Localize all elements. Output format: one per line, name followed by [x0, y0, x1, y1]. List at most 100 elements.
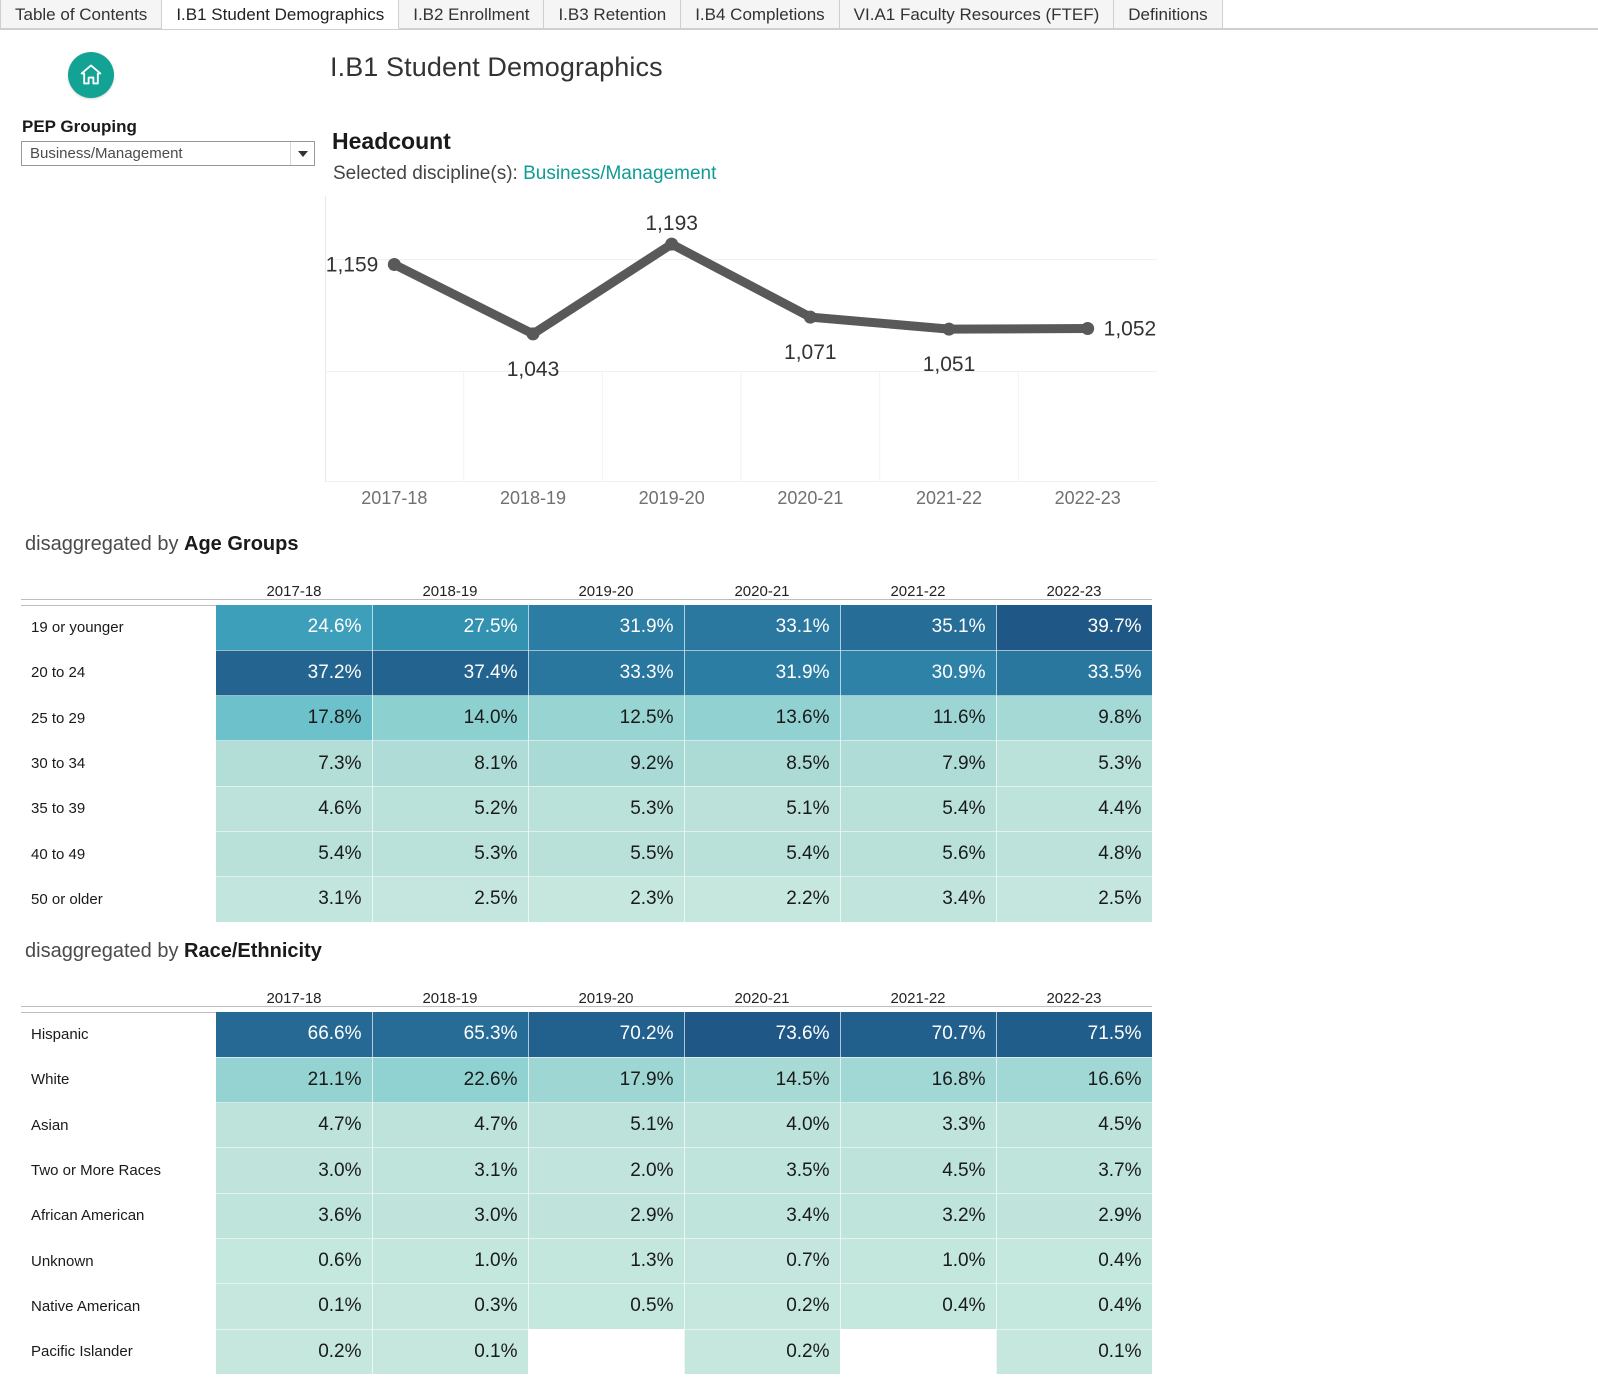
- row-label-hispanic[interactable]: Hispanic: [21, 1012, 216, 1058]
- row-label-two-or-more-races[interactable]: Two or More Races: [21, 1147, 216, 1194]
- heatmap-cell[interactable]: 2.2%: [684, 876, 841, 923]
- heatmap-cell[interactable]: 3.7%: [996, 1147, 1153, 1194]
- row-label-25-to-29[interactable]: 25 to 29: [21, 695, 216, 741]
- row-label-asian[interactable]: Asian: [21, 1102, 216, 1148]
- row-label-african-american[interactable]: African American: [21, 1193, 216, 1239]
- heatmap-cell[interactable]: 7.3%: [216, 740, 373, 787]
- heatmap-cell[interactable]: 4.5%: [996, 1102, 1153, 1149]
- tab-ib3-retention[interactable]: I.B3 Retention: [544, 0, 682, 29]
- heatmap-cell[interactable]: [840, 1329, 997, 1375]
- heatmap-cell[interactable]: 0.1%: [216, 1283, 373, 1330]
- heatmap-cell[interactable]: 21.1%: [216, 1057, 373, 1104]
- heatmap-cell[interactable]: 16.8%: [840, 1057, 997, 1104]
- heatmap-cell[interactable]: 70.7%: [840, 1012, 997, 1058]
- heatmap-cell[interactable]: 2.3%: [528, 876, 685, 923]
- heatmap-cell[interactable]: 66.6%: [216, 1012, 373, 1058]
- heatmap-cell[interactable]: 5.2%: [372, 786, 529, 832]
- heatmap-cell[interactable]: 12.5%: [528, 695, 685, 742]
- heatmap-cell[interactable]: 3.5%: [684, 1147, 841, 1194]
- row-label-35-to-39[interactable]: 35 to 39: [21, 786, 216, 832]
- heatmap-cell[interactable]: 30.9%: [840, 650, 997, 697]
- heatmap-cell[interactable]: 33.1%: [684, 605, 841, 651]
- heatmap-cell[interactable]: 8.1%: [372, 740, 529, 787]
- heatmap-cell[interactable]: 2.5%: [996, 876, 1153, 923]
- heatmap-cell[interactable]: 0.4%: [996, 1283, 1153, 1330]
- heatmap-cell[interactable]: 27.5%: [372, 605, 529, 651]
- heatmap-cell[interactable]: 5.1%: [684, 786, 841, 832]
- heatmap-cell[interactable]: 4.5%: [840, 1147, 997, 1194]
- heatmap-cell[interactable]: 39.7%: [996, 605, 1153, 651]
- heatmap-cell[interactable]: 3.0%: [216, 1147, 373, 1194]
- heatmap-cell[interactable]: 5.1%: [528, 1102, 685, 1149]
- heatmap-cell[interactable]: 3.4%: [684, 1193, 841, 1239]
- heatmap-cell[interactable]: 0.2%: [684, 1283, 841, 1330]
- heatmap-cell[interactable]: 0.7%: [684, 1238, 841, 1285]
- heatmap-cell[interactable]: 4.8%: [996, 831, 1153, 878]
- heatmap-cell[interactable]: 1.3%: [528, 1238, 685, 1285]
- heatmap-cell[interactable]: 0.2%: [684, 1329, 841, 1375]
- column-header-2021-22[interactable]: 2021-22: [840, 980, 996, 1012]
- heatmap-cell[interactable]: [528, 1329, 685, 1375]
- row-label-white[interactable]: White: [21, 1057, 216, 1103]
- home-button[interactable]: [68, 52, 114, 98]
- heatmap-cell[interactable]: 5.4%: [840, 786, 997, 832]
- column-header-2018-19[interactable]: 2018-19: [372, 573, 528, 605]
- tab-ib4-completions[interactable]: I.B4 Completions: [681, 0, 840, 29]
- heatmap-cell[interactable]: 4.0%: [684, 1102, 841, 1149]
- race-ethnicity-heatmap[interactable]: 2017-18 2018-19 2019-20 2020-21 2021-22 2022-…: [21, 980, 1153, 1375]
- heatmap-cell[interactable]: 0.2%: [216, 1329, 373, 1375]
- row-label-native-american[interactable]: Native American: [21, 1283, 216, 1330]
- column-header-2018-19[interactable]: 2018-19: [372, 980, 528, 1012]
- column-header-2020-21[interactable]: 2020-21: [684, 573, 840, 605]
- column-header-2017-18[interactable]: 2017-18: [216, 573, 372, 605]
- row-label-30-to-34[interactable]: 30 to 34: [21, 740, 216, 787]
- column-header-2017-18[interactable]: 2017-18: [216, 980, 372, 1012]
- heatmap-cell[interactable]: 35.1%: [840, 605, 997, 651]
- heatmap-cell[interactable]: 0.1%: [372, 1329, 529, 1375]
- column-header-2020-21[interactable]: 2020-21: [684, 980, 840, 1012]
- row-label-50-or-older[interactable]: 50 or older: [21, 876, 216, 923]
- heatmap-cell[interactable]: 14.0%: [372, 695, 529, 742]
- tab-via1-faculty-resources[interactable]: VI.A1 Faculty Resources (FTEF): [839, 0, 1115, 29]
- pep-grouping-select[interactable]: Business/Management: [21, 141, 315, 166]
- heatmap-cell[interactable]: 5.3%: [372, 831, 529, 878]
- row-label-40-to-49[interactable]: 40 to 49: [21, 831, 216, 877]
- heatmap-cell[interactable]: 17.9%: [528, 1057, 685, 1104]
- heatmap-cell[interactable]: 0.5%: [528, 1283, 685, 1330]
- heatmap-cell[interactable]: 2.9%: [528, 1193, 685, 1239]
- tab-definitions[interactable]: Definitions: [1114, 0, 1223, 29]
- heatmap-cell[interactable]: 3.3%: [840, 1102, 997, 1149]
- tab-table-of-contents[interactable]: Table of Contents: [0, 0, 163, 29]
- heatmap-cell[interactable]: 0.4%: [996, 1238, 1153, 1285]
- heatmap-cell[interactable]: 0.6%: [216, 1238, 373, 1285]
- heatmap-cell[interactable]: 8.5%: [684, 740, 841, 787]
- heatmap-cell[interactable]: 71.5%: [996, 1012, 1153, 1058]
- heatmap-cell[interactable]: 14.5%: [684, 1057, 841, 1104]
- heatmap-cell[interactable]: 4.7%: [372, 1102, 529, 1149]
- heatmap-cell[interactable]: 31.9%: [684, 650, 841, 697]
- heatmap-cell[interactable]: 3.6%: [216, 1193, 373, 1239]
- heatmap-cell[interactable]: 16.6%: [996, 1057, 1153, 1104]
- heatmap-cell[interactable]: 9.8%: [996, 695, 1153, 742]
- heatmap-cell[interactable]: 4.4%: [996, 786, 1153, 832]
- age-groups-heatmap[interactable]: 2017-18 2018-19 2019-20 2020-21 2021-22 2022-…: [21, 573, 1153, 923]
- heatmap-cell[interactable]: 24.6%: [216, 605, 373, 651]
- row-label-pacific-islander[interactable]: Pacific Islander: [21, 1329, 216, 1375]
- column-header-2019-20[interactable]: 2019-20: [528, 980, 684, 1012]
- heatmap-cell[interactable]: 2.9%: [996, 1193, 1153, 1239]
- heatmap-cell[interactable]: 11.6%: [840, 695, 997, 742]
- heatmap-cell[interactable]: 3.1%: [372, 1147, 529, 1194]
- heatmap-cell[interactable]: 73.6%: [684, 1012, 841, 1058]
- row-label-19-or-younger[interactable]: 19 or younger: [21, 605, 216, 651]
- heatmap-cell[interactable]: 3.1%: [216, 876, 373, 923]
- heatmap-cell[interactable]: 22.6%: [372, 1057, 529, 1104]
- heatmap-cell[interactable]: 3.0%: [372, 1193, 529, 1239]
- heatmap-cell[interactable]: 31.9%: [528, 605, 685, 651]
- heatmap-cell[interactable]: 13.6%: [684, 695, 841, 742]
- heatmap-cell[interactable]: 5.3%: [996, 740, 1153, 787]
- column-header-2021-22[interactable]: 2021-22: [840, 573, 996, 605]
- headcount-line-chart[interactable]: 1,159 1,043 1,193 1,071 1,051 1,052: [325, 196, 1157, 482]
- heatmap-cell[interactable]: 5.5%: [528, 831, 685, 878]
- heatmap-cell[interactable]: 5.6%: [840, 831, 997, 878]
- heatmap-cell[interactable]: 37.4%: [372, 650, 529, 697]
